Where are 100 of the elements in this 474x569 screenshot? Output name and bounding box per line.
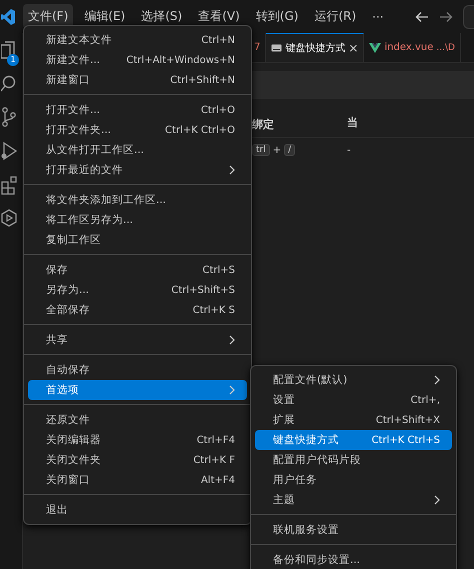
menu-bar-item[interactable]: 运行(R) [309,4,362,29]
close-icon[interactable]: × [348,41,358,55]
menu-item-label: 备份和同步设置... [273,553,362,567]
shortcut-label: Ctrl+, [410,394,440,406]
source-control-icon[interactable] [1,107,17,127]
back-arrow-icon[interactable] [414,10,429,22]
menu-item-label: 设置 [273,393,296,407]
menu-item-label: 联机服务设置 [273,523,340,537]
menu-item[interactable]: 扩展 Ctrl+Shift+X [255,410,452,430]
menu-item[interactable]: 将文件夹添加到工作区... [28,190,247,210]
menu-item[interactable]: 主题 [255,490,452,510]
menu-item-label: 保存 [46,263,69,277]
menu-item-label: 键盘快捷方式 [273,433,340,447]
tab-label: 键盘快捷方式 [285,42,346,55]
keyboard-icon [271,44,282,52]
column-header: 绑定 [252,118,274,130]
shortcut-label: Ctrl+K F [193,454,235,466]
menu-item-label: 退出 [46,503,69,517]
files-icon[interactable] [1,41,17,61]
menu-item[interactable]: 全部保存 Ctrl+K S [28,300,247,320]
menu-item[interactable]: 另存为... Ctrl+Shift+S [28,280,247,300]
menu-bar-item[interactable]: 选择(S) [136,4,188,29]
menu-item[interactable]: 打开文件夹... Ctrl+K Ctrl+O [28,120,247,140]
editor-tab[interactable]: index.vue ...\D [364,33,461,62]
menu-item[interactable]: 自动保存 [28,360,247,380]
menu-item-label: 将工作区另存为... [46,213,134,227]
shortcut-label: Ctrl+O [200,104,235,116]
shortcut-label: Alt+F4 [200,474,235,486]
menu-item-label: 配置用户代码片段 [273,453,362,467]
plus-sign: + [272,144,282,156]
menu-item-label: 配置文件(默认) [273,373,348,387]
menu-item[interactable]: 关闭窗口 Alt+F4 [28,470,247,490]
menu-item[interactable]: 共享 [28,330,247,350]
menu-bar-item[interactable]: ··· [367,6,389,28]
logo-icon [1,8,15,24]
menu-item-label: 复制工作区 [46,233,102,247]
menu-item-label: 关闭文件夹 [46,453,102,467]
menu-item[interactable]: 复制工作区 [28,230,247,250]
shortcut-label: Ctrl+Shift+N [170,74,235,86]
shortcut-label: Ctrl+N [201,34,235,46]
shortcut-label: Ctrl+Alt+Windows+N [126,54,235,66]
table-cell: - [347,144,351,156]
menu-item-label: 打开最近的文件 [46,163,124,177]
key-label: trl [252,144,270,156]
menu-item-label: 新建文件... [46,53,102,67]
search-icon[interactable] [1,75,17,93]
menu-item[interactable]: 联机服务设置 [255,520,452,540]
shortcut-label: Ctrl+F4 [196,434,235,446]
menu-item-label: 打开文件夹... [46,123,112,137]
menu-item-label: 首选项 [46,383,80,397]
menu-item-label: 还原文件 [46,413,91,427]
shortcut-label: Ctrl+Shift+X [376,414,440,426]
menu-item-label: 共享 [46,333,69,347]
run-debug-icon[interactable] [1,141,17,161]
shortcut-label: Ctrl+K S [192,304,235,316]
shortcut-label: Ctrl+Shift+S [171,284,235,296]
menu-item[interactable]: 从文件打开工作区... [28,140,247,160]
menu-item-label: 关闭窗口 [46,473,91,487]
command-center-field[interactable] [462,4,474,28]
menu-item[interactable]: 打开最近的文件 [28,160,247,180]
shortcut-label: Ctrl+K Ctrl+O [165,124,235,136]
menu-item[interactable]: 还原文件 [28,410,247,430]
menu-item[interactable]: 关闭文件夹 Ctrl+K F [28,450,247,470]
menu-item-label: 全部保存 [46,303,91,317]
menu-item-label: 扩展 [273,413,296,427]
menu-item-label: 主题 [273,493,296,507]
menu-item-label: 将文件夹添加到工作区... [46,193,168,207]
menu-item[interactable]: 退出 [28,500,247,520]
menu-item[interactable]: 关闭编辑器 Ctrl+F4 [28,430,247,450]
menu-item[interactable]: 将工作区另存为... [28,210,247,230]
menu-bar-item[interactable]: 查看(V) [193,4,245,29]
key-label: / [284,144,296,156]
editor-tab[interactable]: 键盘快捷方式 × [266,33,364,62]
menu-bar-item[interactable]: 编辑(E) [79,4,130,29]
menu-item[interactable]: 保存 Ctrl+S [28,260,247,280]
menu-item[interactable]: 新建文件... Ctrl+Alt+Windows+N [28,50,247,70]
menu-item[interactable]: 用户任务 [255,470,452,490]
shortcut-label: Ctrl+K Ctrl+S [372,434,440,446]
menu-item[interactable]: 新建文本文件 Ctrl+N [28,30,247,50]
menu-item[interactable]: 配置用户代码片段 [255,450,452,470]
vue-icon [369,42,382,52]
menu-item-label: 另存为... [46,283,90,297]
menu-item-label: 关闭编辑器 [46,433,102,447]
forward-arrow-icon[interactable] [438,10,453,22]
menu-item[interactable]: 新建窗口 Ctrl+Shift+N [28,70,247,90]
menu-bar-item[interactable]: 转到(G) [250,4,304,29]
tab-label: index.vue [384,42,434,53]
menu-item[interactable]: 配置文件(默认) [255,370,452,390]
menu-item-label: 打开文件... [46,103,102,117]
menu-item[interactable]: 设置 Ctrl+, [255,390,452,410]
menu-item[interactable]: 备份和同步设置... [255,550,452,569]
hexagon-play-icon[interactable] [1,209,17,227]
menu-item[interactable]: 首选项 [28,380,247,400]
menu-item[interactable]: 键盘快捷方式 Ctrl+K Ctrl+S [255,430,452,450]
menu-item-label: 新建窗口 [46,73,91,87]
extensions-icon[interactable] [1,175,17,195]
shortcut-label: Ctrl+S [202,264,235,276]
menu-item[interactable]: 打开文件... Ctrl+O [28,100,247,120]
column-header: 当 [347,114,358,130]
menu-item-label: 从文件打开工作区... [46,143,146,157]
